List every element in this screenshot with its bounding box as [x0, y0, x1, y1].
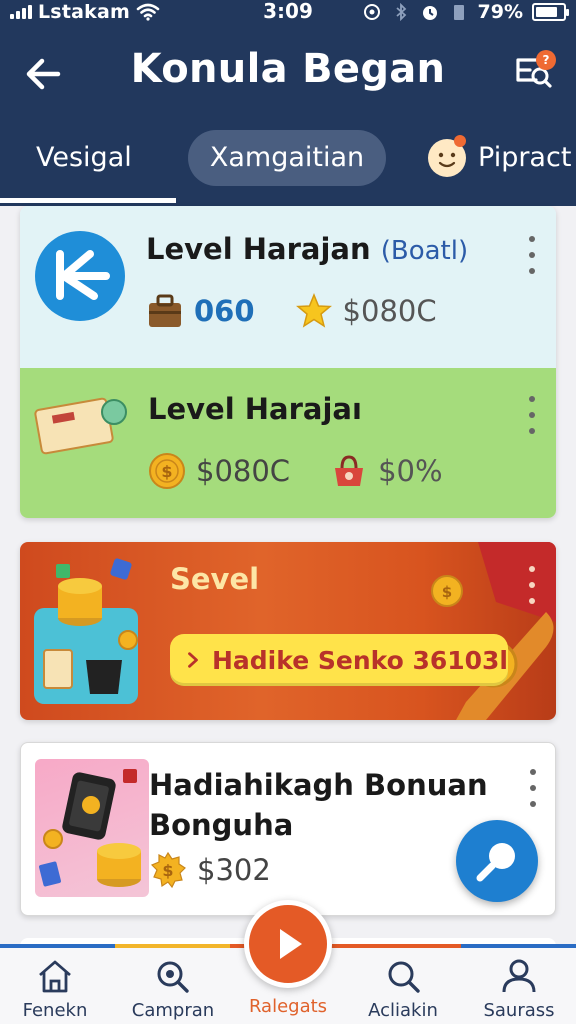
coin-stack-illustration — [34, 558, 138, 704]
search-fab[interactable] — [456, 820, 538, 902]
bluetooth-icon — [395, 3, 406, 21]
battery-icon — [532, 3, 569, 21]
nav-label: Acliakin — [368, 1000, 438, 1021]
level-row-1[interactable]: Level Harajan (Boatl) 060 $080C — [20, 206, 556, 368]
sim-icon — [453, 5, 464, 20]
play-icon — [280, 929, 302, 959]
alarm-icon — [422, 6, 437, 20]
level-tag: (Boatl) — [380, 236, 469, 266]
search-icon — [476, 843, 515, 882]
battery-percent: 79% — [477, 1, 523, 23]
phone-coins-illustration — [35, 759, 149, 897]
stat-price: $080C — [342, 294, 437, 328]
stat-price: $080C — [196, 454, 291, 488]
more-options-icon[interactable] — [522, 236, 542, 274]
promo-cta-label: Hadike Senko 36103l — [211, 645, 508, 675]
nav-label: Ralegats — [248, 996, 328, 1017]
bonus-amount: $ $302 — [149, 851, 271, 889]
home-icon — [39, 960, 71, 993]
k-logo-icon — [35, 231, 125, 321]
tab-pipract[interactable]: Pipract — [428, 130, 571, 186]
coin-icon: $ — [150, 851, 186, 889]
nav-item-campran[interactable]: Campran — [118, 956, 228, 1021]
level-title: Level Harajan (Boatl) — [146, 232, 469, 266]
active-tab-indicator — [0, 198, 176, 203]
ticket-icon — [34, 397, 127, 455]
tab-badge — [454, 135, 466, 147]
promo-cta-button[interactable]: Hadike Senko 36103l — [170, 634, 508, 686]
coin-icon: $ — [149, 453, 185, 489]
tab-pipract-label: Pipract — [478, 142, 572, 173]
battery-level — [536, 7, 557, 17]
play-button[interactable] — [244, 900, 332, 988]
bonus-title: Hadiahikagh Bonuan Bonguha — [149, 768, 488, 842]
tab-bar: Vesigal Xamgaitian Pipract — [0, 126, 576, 206]
level-card: Level Harajan (Boatl) 060 $080C Level Ha… — [20, 206, 556, 518]
notification-badge: ? — [536, 50, 556, 70]
purse-icon — [335, 455, 364, 486]
more-options-icon[interactable] — [522, 566, 542, 604]
page-title: Konula Began — [130, 46, 446, 92]
nav-label: Campran — [131, 1000, 215, 1021]
stat-value: 060 — [194, 294, 255, 328]
tab-vesigal[interactable]: Vesigal — [36, 130, 132, 186]
nav-item-saurass[interactable]: Saurass — [464, 956, 574, 1021]
more-options-icon[interactable] — [522, 396, 542, 434]
briefcase-icon — [149, 294, 181, 327]
chevron-right-icon — [188, 652, 198, 668]
stat-percent: $0% — [378, 454, 443, 488]
user-icon — [502, 959, 536, 993]
level-row-2[interactable]: Level Harajaı $ $080C $0% — [20, 368, 556, 518]
nav-label: Fenekn — [22, 1000, 88, 1021]
app-header: Konula Began ? — [0, 24, 576, 126]
svg-text:$: $ — [162, 861, 173, 880]
nav-item-fenekn[interactable]: Fenekn — [0, 956, 110, 1021]
svg-text:$: $ — [161, 462, 172, 481]
more-options-icon[interactable] — [523, 769, 543, 807]
level-title: Level Harajaı — [148, 392, 362, 426]
search-icon — [388, 961, 420, 993]
nav-label: Saurass — [483, 1000, 555, 1021]
nav-item-acliakin[interactable]: Acliakin — [348, 956, 458, 1021]
level-stats: $ $080C $0% — [148, 452, 443, 490]
status-bar: Lstakam 3:09 79% — [0, 0, 576, 24]
smiley-icon — [428, 135, 466, 177]
tab-xamgaitian[interactable]: Xamgaitian — [188, 130, 386, 186]
promo-card[interactable]: Sevel $ $ Hadike Senko 36103l — [20, 542, 556, 720]
promo-title: Sevel — [170, 562, 260, 596]
star-icon — [295, 293, 332, 328]
level-stats: 060 $080C — [146, 292, 437, 330]
rotation-lock-icon — [363, 4, 380, 20]
nav-item-ralegats[interactable]: Ralegats — [233, 996, 343, 1017]
status-right: 79% — [362, 0, 569, 24]
bonus-value: $302 — [197, 853, 271, 887]
search-icon — [157, 961, 189, 993]
